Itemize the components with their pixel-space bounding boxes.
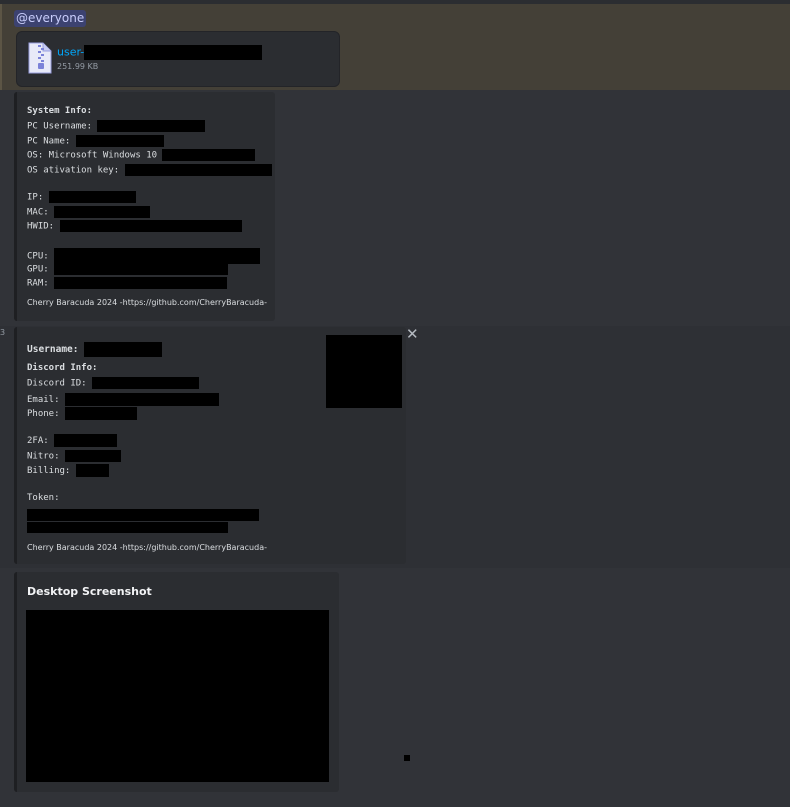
- redacted-value: [84, 342, 163, 357]
- billing-label: Billing:: [27, 466, 71, 476]
- hwid-label: HWID:: [27, 221, 55, 232]
- username-label: Username:: [27, 344, 79, 355]
- pc-username-row: PC Username:: [27, 120, 206, 133]
- phone-row: Phone:: [27, 407, 137, 420]
- redacted-file-name: [84, 45, 263, 60]
- redacted-value: [54, 434, 118, 447]
- cpu-label: CPU:: [27, 251, 49, 262]
- discord-id-row: Discord ID:: [27, 377, 200, 390]
- system-info-header: System Info:: [27, 106, 93, 116]
- redacted-value: [75, 464, 109, 477]
- embed-accent-bar: [14, 572, 17, 792]
- redacted-avatar-thumbnail: [326, 335, 402, 408]
- cpu-row: CPU:: [27, 248, 261, 264]
- file-size: 251.99 KB: [57, 62, 99, 71]
- redacted-token-line-1: [27, 509, 259, 521]
- redacted-value: [92, 377, 200, 389]
- system-info-embed: System Info: PC Username: PC Name: OS: M…: [14, 92, 275, 321]
- embed-footer: Cherry Baracuda 2024 -https://github.com…: [27, 543, 267, 552]
- redacted-value: [54, 248, 261, 264]
- hwid-row: HWID:: [27, 220, 242, 233]
- embed-accent-bar: [14, 327, 17, 564]
- twofa-row: 2FA:: [27, 434, 118, 447]
- small-square-artifact: [404, 755, 410, 761]
- embed-title: Desktop Screenshot: [27, 585, 152, 598]
- billing-row: Billing:: [27, 464, 109, 477]
- mention-highlight-bar: [0, 4, 2, 90]
- nitro-row: Nitro:: [27, 450, 121, 463]
- redacted-token-line-2: [27, 522, 228, 533]
- os-activation-row: OS ativation key:: [27, 164, 272, 177]
- redacted-value: [97, 120, 206, 132]
- redacted-value: [59, 220, 242, 232]
- email-row: Email:: [27, 393, 219, 406]
- redacted-value: [54, 206, 151, 218]
- discord-info-header: Discord Info:: [27, 363, 98, 373]
- desktop-screenshot-embed: Desktop Screenshot: [14, 572, 339, 792]
- os-activation-label: OS ativation key:: [27, 165, 120, 176]
- redacted-value: [48, 191, 136, 203]
- nitro-label: Nitro:: [27, 451, 60, 462]
- redacted-value: [64, 450, 121, 462]
- pc-name-label: PC Name:: [27, 136, 71, 147]
- redacted-value: [54, 263, 229, 275]
- file-name-prefix[interactable]: user-: [57, 46, 84, 59]
- redacted-value: [64, 393, 219, 406]
- redacted-value: [124, 164, 272, 176]
- redacted-value: [54, 277, 228, 289]
- close-icon[interactable]: ✕: [406, 327, 419, 342]
- username-row: Username:: [27, 342, 163, 357]
- redacted-screenshot-image[interactable]: [26, 610, 329, 782]
- zip-file-icon: [28, 42, 52, 74]
- ram-label: RAM:: [27, 278, 49, 289]
- ram-row: RAM:: [27, 277, 228, 290]
- mention-message: @everyone user- 251.99 KB: [0, 4, 790, 90]
- redacted-value: [75, 135, 164, 147]
- file-attachment[interactable]: user- 251.99 KB: [16, 31, 340, 87]
- ip-label: IP:: [27, 192, 44, 203]
- twofa-label: 2FA:: [27, 436, 49, 446]
- gpu-row: GPU:: [27, 263, 229, 276]
- os-row: OS: Microsoft Windows 10: [27, 149, 256, 162]
- line-marker: 3: [0, 328, 6, 337]
- token-label: Token:: [27, 493, 60, 503]
- discord-info-embed: Username: Discord Info: Discord ID: Emai…: [14, 327, 406, 564]
- redacted-value: [64, 407, 137, 420]
- file-name-link[interactable]: user-: [57, 45, 263, 60]
- everyone-mention[interactable]: @everyone: [14, 10, 87, 27]
- mac-row: MAC:: [27, 206, 151, 219]
- email-label: Email:: [27, 395, 60, 405]
- ip-row: IP:: [27, 191, 136, 204]
- mac-label: MAC:: [27, 207, 49, 218]
- gpu-label: GPU:: [27, 264, 49, 275]
- os-label: OS: Microsoft Windows 10: [27, 150, 158, 161]
- pc-username-label: PC Username:: [27, 121, 93, 132]
- redacted-value: [162, 149, 256, 161]
- embed-accent-bar: [14, 92, 17, 321]
- phone-label: Phone:: [27, 409, 60, 419]
- discord-id-label: Discord ID:: [27, 378, 87, 389]
- embed-footer: Cherry Baracuda 2024 -https://github.com…: [27, 298, 267, 307]
- pc-name-row: PC Name:: [27, 135, 164, 148]
